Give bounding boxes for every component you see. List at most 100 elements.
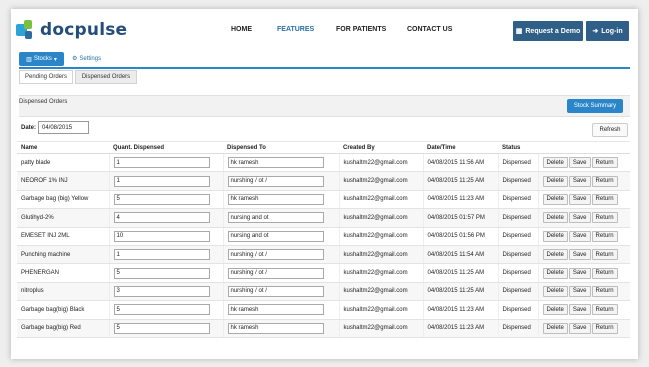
dispensed-to-input[interactable]: nurshing / ot / (227, 249, 324, 261)
delete-button[interactable]: Delete (542, 193, 568, 205)
save-button[interactable]: Save (568, 193, 591, 205)
delete-button[interactable]: Delete (542, 322, 568, 334)
created-by: kushaltm22@gmail.com (338, 300, 423, 320)
stock-summary-button[interactable]: Stock Summary (567, 99, 623, 113)
date-input[interactable]: 04/08/2015 (38, 121, 89, 134)
date-time: 04/08/2015 11:23 AM (422, 190, 498, 210)
quantity-input[interactable]: 1 (113, 249, 210, 261)
dispensed-to-input[interactable]: nursing and ot (227, 212, 324, 224)
save-button[interactable]: Save (568, 267, 591, 279)
dispensed-to-input[interactable]: hk ramesh (227, 157, 324, 169)
nav-features[interactable]: FEATURES (277, 26, 314, 33)
actions-cell: Delete Save Return (537, 282, 630, 302)
nav-contact-us[interactable]: CONTACT US (407, 26, 452, 33)
return-button[interactable]: Return (591, 304, 618, 316)
stocks-dropdown-button[interactable]: ▥ Stocks ▾ (19, 52, 64, 66)
save-button[interactable]: Save (568, 212, 591, 224)
date-time: 04/08/2015 11:54 AM (422, 245, 498, 265)
dispensed-to-cell: hk ramesh (222, 153, 339, 173)
delete-button[interactable]: Delete (542, 285, 568, 297)
date-time: 04/08/2015 01:57 PM (422, 208, 498, 228)
return-button[interactable]: Return (591, 157, 618, 169)
tab-pending-orders[interactable]: Pending Orders (19, 70, 73, 84)
return-button[interactable]: Return (591, 193, 618, 205)
created-by: kushaltm22@gmail.com (338, 319, 423, 338)
date-time: 04/08/2015 11:25 AM (422, 263, 498, 283)
quantity-input[interactable]: 1 (113, 175, 210, 187)
dispensed-to-input[interactable]: hk ramesh (227, 193, 324, 205)
save-button[interactable]: Save (568, 175, 591, 187)
quantity-input[interactable]: 10 (113, 230, 210, 242)
table-row: Punching machine 1 nurshing / ot / kushaltm… (17, 245, 630, 265)
dispensed-to-input[interactable]: nursing and ot (227, 230, 324, 242)
actions-cell: Delete Save Return (537, 153, 630, 173)
save-button[interactable]: Save (568, 157, 591, 169)
table-row: nitroplus 3 nurshing / ot / kushaltm22@gmai… (17, 282, 630, 302)
actions-cell: Delete Save Return (537, 227, 630, 246)
column-header-dispensed-to: Dispensed To (223, 141, 339, 154)
quantity-input[interactable]: 5 (113, 193, 210, 205)
save-button[interactable]: Save (568, 230, 591, 242)
delete-button[interactable]: Delete (542, 175, 568, 187)
return-button[interactable]: Return (591, 230, 618, 242)
delete-button[interactable]: Delete (542, 157, 568, 169)
created-by: kushaltm22@gmail.com (338, 282, 423, 302)
save-button[interactable]: Save (568, 249, 591, 261)
column-header-actions (538, 141, 630, 154)
delete-button[interactable]: Delete (542, 230, 568, 242)
save-button[interactable]: Save (568, 304, 591, 316)
column-header-quantity: Quant. Dispensed (109, 141, 223, 154)
item-name: Garbage bag (big) Yellow (17, 190, 109, 210)
dispensed-to-input[interactable]: nurshing / ot / (227, 267, 324, 279)
dispensed-to-cell: nurshing / ot / (222, 263, 339, 283)
return-button[interactable]: Return (591, 249, 618, 261)
return-button[interactable]: Return (591, 175, 618, 187)
tab-dispensed-orders[interactable]: Dispensed Orders (75, 70, 137, 84)
dispensed-to-input[interactable]: hk ramesh (227, 304, 324, 316)
dispensed-to-input[interactable]: hk ramesh (227, 322, 324, 334)
status: Dispensed (497, 190, 538, 210)
app-frame: docpulse HOME FEATURES FOR PATIENTS CONT… (11, 9, 638, 359)
login-button[interactable]: ➜ Log-in (586, 21, 629, 41)
delete-button[interactable]: Delete (542, 212, 568, 224)
date-time: 04/08/2015 11:56 AM (422, 153, 498, 173)
delete-button[interactable]: Delete (542, 267, 568, 279)
column-header-date-time: Date/Time (423, 141, 498, 154)
request-demo-label: Request a Demo (525, 27, 581, 35)
return-button[interactable]: Return (591, 285, 618, 297)
quantity-input[interactable]: 5 (113, 304, 210, 316)
delete-button[interactable]: Delete (542, 249, 568, 261)
save-button[interactable]: Save (568, 322, 591, 334)
request-demo-button[interactable]: ▦ Request a Demo (513, 21, 583, 41)
status: Dispensed (497, 319, 538, 338)
return-button[interactable]: Return (591, 212, 618, 224)
item-name: Garbage bag(big) Red (17, 319, 109, 338)
settings-label: Settings (79, 56, 102, 62)
created-by: kushaltm22@gmail.com (338, 263, 423, 283)
quantity-input[interactable]: 5 (113, 267, 210, 279)
return-button[interactable]: Return (591, 322, 618, 334)
created-by: kushaltm22@gmail.com (338, 245, 423, 265)
logo-mark-icon (16, 20, 36, 40)
date-time: 04/08/2015 11:25 AM (422, 171, 498, 191)
dispensed-to-input[interactable]: nurshing / ot / (227, 175, 324, 187)
return-button[interactable]: Return (591, 267, 618, 279)
quantity-input[interactable]: 3 (113, 285, 210, 297)
quantity-input[interactable]: 4 (113, 212, 210, 224)
actions-cell: Delete Save Return (537, 300, 630, 320)
chart-icon: ▥ (26, 56, 32, 63)
settings-link[interactable]: ⚙ Settings (72, 55, 101, 62)
table-row: Garbage bag (big) Yellow 5 hk ramesh kushal… (17, 190, 630, 210)
date-label: Date: (21, 125, 37, 131)
column-header-created-by: Created By (339, 141, 423, 154)
refresh-button[interactable]: Refresh (592, 123, 628, 137)
save-button[interactable]: Save (568, 285, 591, 297)
logo[interactable]: docpulse (16, 18, 127, 42)
delete-button[interactable]: Delete (542, 304, 568, 316)
quantity-input[interactable]: 1 (113, 157, 210, 169)
dispensed-to-input[interactable]: nurshing / ot / (227, 285, 324, 297)
nav-home[interactable]: HOME (231, 26, 252, 33)
nav-for-patients[interactable]: FOR PATIENTS (336, 26, 386, 33)
quantity-input[interactable]: 5 (113, 322, 210, 334)
quantity-cell: 4 (108, 208, 223, 228)
